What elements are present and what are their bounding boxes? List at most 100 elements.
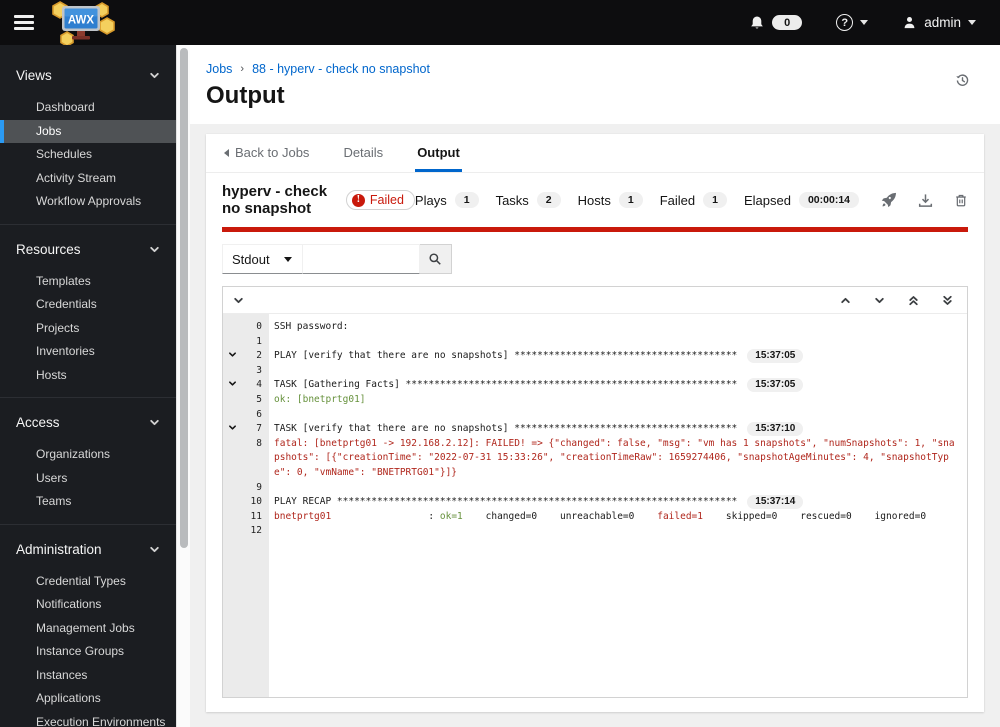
sidebar-section-access[interactable]: Access <box>0 406 176 443</box>
sidebar-item-management-jobs[interactable]: Management Jobs <box>0 617 176 641</box>
magnifier-icon <box>428 252 442 266</box>
chevron-down-icon <box>233 295 244 306</box>
console-output: 0 SSH password: 1 2 PLAY [verify that there … <box>222 286 968 698</box>
stat-failed: Failed 1 <box>660 192 727 208</box>
sidebar-item-teams[interactable]: Teams <box>0 490 176 514</box>
console-gutter: 0 <box>223 320 269 335</box>
timestamp-badge: 15:37:05 <box>747 349 804 364</box>
scroll-previous-button[interactable] <box>840 295 851 306</box>
console-line: 11 bnetprtg01 : ok=1 changed=0 unreachabl… <box>223 510 967 525</box>
chevron-up-icon <box>840 295 851 306</box>
delete-job-button[interactable] <box>954 193 968 208</box>
sidebar-item-projects[interactable]: Projects <box>0 317 176 341</box>
console-gutter: 10 <box>223 495 269 510</box>
timestamp-badge: 15:37:10 <box>747 422 804 437</box>
expand-collapse-icon[interactable] <box>228 423 237 432</box>
console-gutter: 4 <box>223 378 269 393</box>
download-output-button[interactable] <box>918 193 933 208</box>
console-line: 5 ok: [bnetprtg01] <box>223 393 967 408</box>
console-line: 4 TASK [Gathering Facts] ****************… <box>223 378 967 393</box>
console-line-text <box>269 364 967 379</box>
chevron-down-icon <box>149 417 160 428</box>
stdout-filter-select[interactable]: Stdout <box>222 244 303 274</box>
search-button[interactable] <box>419 244 452 274</box>
sidebar-item-applications[interactable]: Applications <box>0 687 176 711</box>
sidebar-item-workflow-approvals[interactable]: Workflow Approvals <box>0 190 176 214</box>
line-number: 11 <box>250 510 262 522</box>
tab-output[interactable]: Output <box>415 134 462 172</box>
breadcrumb-job-link[interactable]: 88 - hyperv - check no snapshot <box>252 62 430 76</box>
job-output-card: Back to Jobs Details Output hyperv - check… <box>206 134 984 712</box>
console-line-text: PLAY [verify that there are no snapshots… <box>269 349 967 364</box>
sidebar-item-templates[interactable]: Templates <box>0 270 176 294</box>
expand-collapse-icon[interactable] <box>228 379 237 388</box>
console-line-text: fatal: [bnetprtg01 -> 192.168.2.12]: FAI… <box>274 437 955 478</box>
breadcrumb-jobs-link[interactable]: Jobs <box>206 62 232 76</box>
sidebar-item-dashboard[interactable]: Dashboard <box>0 96 176 120</box>
sidebar-item-inventories[interactable]: Inventories <box>0 340 176 364</box>
tab-back-to-jobs[interactable]: Back to Jobs <box>222 134 311 172</box>
sidebar-scrollbar-thumb[interactable] <box>179 48 188 548</box>
sidebar-section-administration[interactable]: Administration <box>0 533 176 570</box>
stat-plays: Plays 1 <box>415 192 479 208</box>
sidebar-section-label: Administration <box>16 541 102 557</box>
menu-toggle-icon[interactable] <box>14 12 34 34</box>
sidebar-item-instances[interactable]: Instances <box>0 664 176 688</box>
console-line-text <box>269 524 967 539</box>
sidebar-item-instance-groups[interactable]: Instance Groups <box>0 640 176 664</box>
sidebar-section-label: Access <box>16 415 60 430</box>
console-gutter: 11 <box>223 510 269 525</box>
relaunch-button[interactable] <box>881 192 897 208</box>
download-icon <box>918 193 933 208</box>
scroll-next-button[interactable] <box>874 295 885 306</box>
sidebar-section-views[interactable]: Views <box>0 59 176 96</box>
line-number: 7 <box>256 423 262 435</box>
console-gutter: 3 <box>223 364 269 379</box>
sidebar-item-credential-types[interactable]: Credential Types <box>0 570 176 594</box>
line-number: 5 <box>256 393 262 405</box>
line-number: 8 <box>256 437 262 449</box>
console-toolbar <box>223 287 967 314</box>
collapse-all-button[interactable] <box>233 295 244 306</box>
page-header: Jobs › 88 - hyperv - check no snapshot O… <box>190 45 1000 124</box>
sidebar-item-execution-environments[interactable]: Execution Environments <box>0 711 176 727</box>
output-toolbar: Stdout <box>206 232 984 282</box>
console-line-text <box>269 481 967 496</box>
stat-label: Failed <box>659 192 696 208</box>
user-menu-button[interactable]: admin <box>902 15 976 30</box>
sidebar-item-hosts[interactable]: Hosts <box>0 364 176 388</box>
sidebar-item-schedules[interactable]: Schedules <box>0 143 176 167</box>
sidebar-item-users[interactable]: Users <box>0 467 176 491</box>
sidebar-section-resources[interactable]: Resources <box>0 233 176 270</box>
tab-details[interactable]: Details <box>341 134 385 172</box>
notifications-count-badge: 0 <box>772 15 803 30</box>
console-line: 6 <box>223 408 967 423</box>
awx-logo[interactable]: AWX <box>50 0 120 45</box>
user-name: admin <box>924 15 961 30</box>
sidebar-item-notifications[interactable]: Notifications <box>0 593 176 617</box>
line-number: 2 <box>256 350 262 362</box>
sidebar-item-jobs[interactable]: Jobs <box>0 119 176 143</box>
rocket-icon <box>881 192 897 208</box>
chevron-down-icon <box>149 244 160 255</box>
search-input[interactable] <box>302 244 420 274</box>
stat-value-badge: 1 <box>618 192 643 208</box>
scroll-bottom-button[interactable] <box>942 295 953 306</box>
history-icon[interactable] <box>955 73 970 88</box>
line-number: 12 <box>250 525 262 537</box>
tab-label: Back to Jobs <box>235 145 310 160</box>
scroll-top-button[interactable] <box>908 295 919 306</box>
expand-collapse-icon[interactable] <box>228 350 237 359</box>
person-icon <box>902 15 917 30</box>
sidebar-item-activity-stream[interactable]: Activity Stream <box>0 167 176 191</box>
status-label: Failed <box>369 193 404 207</box>
console-line-text <box>269 408 967 423</box>
help-menu-button[interactable]: ? <box>836 14 869 31</box>
notifications-button[interactable]: 0 <box>749 15 803 31</box>
console-line: 2 PLAY [verify that there are no snapshot… <box>223 349 967 364</box>
sidebar-item-organizations[interactable]: Organizations <box>0 443 176 467</box>
sidebar-item-credentials[interactable]: Credentials <box>0 293 176 317</box>
stat-elapsed: Elapsed 00:00:14 <box>744 192 859 208</box>
console-line-text: PLAY RECAP *****************************… <box>269 495 967 510</box>
console-line-text <box>269 335 967 350</box>
